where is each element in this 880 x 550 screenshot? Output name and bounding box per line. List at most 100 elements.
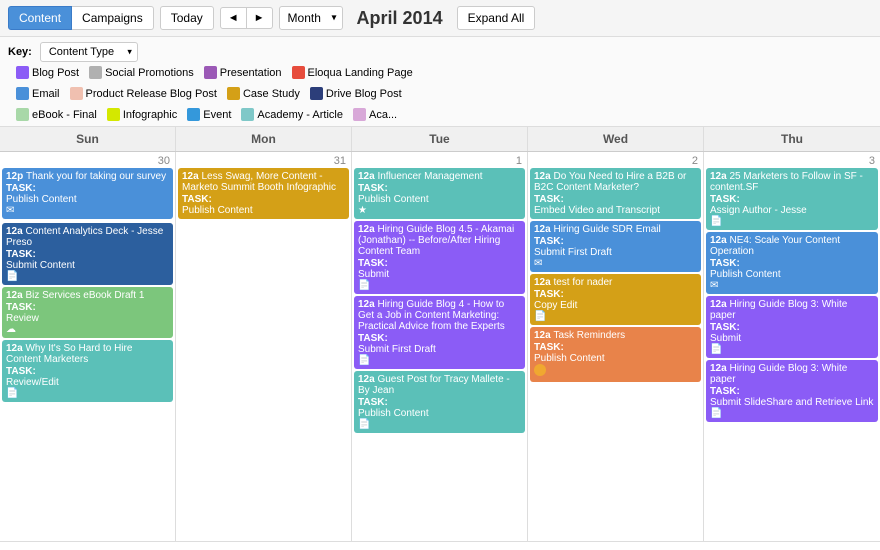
product-swatch bbox=[70, 87, 83, 100]
day-cell-tue: 1 12a Influencer Management TASK: Publis… bbox=[352, 152, 528, 542]
event-title: Why It's So Hard to Hire Content Markete… bbox=[6, 343, 132, 365]
event-time: 12a bbox=[358, 299, 377, 310]
task-label: TASK: bbox=[710, 322, 874, 333]
casestudy-label: Case Study bbox=[243, 88, 300, 100]
event-card[interactable]: 12a Do You Need to Hire a B2B or B2C Con… bbox=[530, 168, 701, 219]
task-val: Submit First Draft bbox=[358, 344, 521, 355]
event-card[interactable]: 12a Hiring Guide Blog 4.5 - Akamai (Jona… bbox=[354, 221, 525, 294]
event-swatch bbox=[187, 108, 200, 121]
event-title: 25 Marketers to Follow in SF - content.S… bbox=[710, 171, 863, 193]
aca2-label: Aca... bbox=[369, 109, 397, 121]
task-val: Review bbox=[6, 313, 169, 324]
task-val: Assign Author - Jesse bbox=[710, 205, 874, 216]
infographic-swatch bbox=[107, 108, 120, 121]
task-val: Submit Content bbox=[6, 260, 169, 271]
task-label: TASK: bbox=[6, 249, 169, 260]
task-label: TASK: bbox=[358, 183, 521, 194]
presentation-swatch bbox=[204, 66, 217, 79]
header-sun: Sun bbox=[0, 127, 176, 151]
event-card[interactable]: 12a 25 Marketers to Follow in SF - conte… bbox=[706, 168, 878, 230]
event-time: 12a bbox=[710, 363, 729, 374]
day-num-1: 1 bbox=[354, 154, 525, 168]
event-card[interactable]: 12p Thank you for taking our survey TASK… bbox=[2, 168, 173, 219]
ebook-swatch bbox=[16, 108, 29, 121]
event-title: NE4: Scale Your Content Operation bbox=[710, 235, 840, 257]
doc-icon: 📄 bbox=[6, 271, 169, 282]
event-card[interactable]: 12a Influencer Management TASK: Publish … bbox=[354, 168, 525, 219]
key-item-blog: Blog Post bbox=[16, 66, 79, 79]
header-wed: Wed bbox=[528, 127, 704, 151]
toolbar: Content Campaigns Today ◄ ► Month Week D… bbox=[0, 0, 880, 37]
day-cell-wed: 2 12a Do You Need to Hire a B2B or B2C C… bbox=[528, 152, 704, 542]
product-label: Product Release Blog Post bbox=[86, 88, 217, 100]
task-val: Publish Content bbox=[534, 353, 697, 364]
infographic-label: Infographic bbox=[123, 109, 177, 121]
key-bar: Key: Content Type Blog Post Social Promo… bbox=[0, 37, 880, 127]
prev-button[interactable]: ◄ bbox=[220, 7, 247, 29]
task-label: TASK: bbox=[534, 342, 697, 353]
ebook-label: eBook - Final bbox=[32, 109, 97, 121]
event-card[interactable]: 12a Biz Services eBook Draft 1 TASK: Rev… bbox=[2, 287, 173, 338]
event-title: test for nader bbox=[553, 277, 612, 288]
key-item-social: Social Promotions bbox=[89, 66, 194, 79]
event-card[interactable]: 12a test for nader TASK: Copy Edit 📄 bbox=[530, 274, 701, 325]
key-item-aca2: Aca... bbox=[353, 108, 397, 121]
task-label: TASK: bbox=[710, 386, 874, 397]
day-num-2: 2 bbox=[530, 154, 701, 168]
event-card[interactable]: 12a Task Reminders TASK: Publish Content bbox=[530, 327, 701, 382]
key-item-drive: Drive Blog Post bbox=[310, 87, 402, 100]
calendar: Sun Mon Tue Wed Thu 30 12p Thank you for… bbox=[0, 127, 880, 542]
event-time: 12a bbox=[534, 171, 553, 182]
task-val: Submit bbox=[358, 269, 521, 280]
day-cell-thu: 3 12a 25 Marketers to Follow in SF - con… bbox=[704, 152, 880, 542]
doc-icon: 📄 bbox=[358, 419, 521, 430]
event-time: 12a bbox=[358, 171, 377, 182]
event-card[interactable]: 12a Hiring Guide SDR Email TASK: Submit … bbox=[530, 221, 701, 272]
academy-swatch bbox=[241, 108, 254, 121]
doc-icon: 📄 bbox=[6, 388, 169, 399]
blog-label: Blog Post bbox=[32, 67, 79, 79]
email-label: Email bbox=[32, 88, 60, 100]
event-time: 12a bbox=[6, 226, 25, 237]
next-button[interactable]: ► bbox=[247, 7, 273, 29]
content-type-select-wrap: Content Type bbox=[40, 42, 138, 62]
day-cell-mon: 31 12a Less Swag, More Content - Marketo… bbox=[176, 152, 352, 542]
event-time: 12a bbox=[182, 171, 201, 182]
event-card[interactable]: 12a Guest Post for Tracy Mallete - By Je… bbox=[354, 371, 525, 433]
casestudy-swatch bbox=[227, 87, 240, 100]
event-card[interactable]: 12a Why It's So Hard to Hire Content Mar… bbox=[2, 340, 173, 402]
event-time: 12a bbox=[534, 224, 553, 235]
key-label: Key: bbox=[8, 46, 32, 58]
event-card[interactable]: 12a Content Analytics Deck - Jesse Preso… bbox=[2, 223, 173, 285]
event-card[interactable]: 12a Less Swag, More Content - Marketo Su… bbox=[178, 168, 349, 219]
eloqua-label: Eloqua Landing Page bbox=[308, 67, 413, 79]
day-num-31: 31 bbox=[178, 154, 349, 168]
circle-icon bbox=[534, 364, 546, 376]
key-item-ebook: eBook - Final bbox=[16, 108, 97, 121]
day-num-30: 30 bbox=[2, 154, 173, 168]
today-button[interactable]: Today bbox=[160, 6, 214, 30]
expand-all-button[interactable]: Expand All bbox=[457, 6, 536, 30]
task-val: Copy Edit bbox=[534, 300, 697, 311]
event-card[interactable]: 12a Hiring Guide Blog 3: White paper TAS… bbox=[706, 360, 878, 422]
event-title: Thank you for taking our survey bbox=[26, 171, 166, 182]
content-button[interactable]: Content bbox=[8, 6, 72, 30]
event-card[interactable]: 12a Hiring Guide Blog 4 - How to Get a J… bbox=[354, 296, 525, 369]
event-label: Event bbox=[203, 109, 231, 121]
blog-swatch bbox=[16, 66, 29, 79]
presentation-label: Presentation bbox=[220, 67, 282, 79]
academy-label: Academy - Article bbox=[257, 109, 343, 121]
event-card[interactable]: 12a NE4: Scale Your Content Operation TA… bbox=[706, 232, 878, 294]
doc-icon: 📄 bbox=[710, 344, 874, 355]
task-val: Submit First Draft bbox=[534, 247, 697, 258]
event-card[interactable]: 12a Hiring Guide Blog 3: White paper TAS… bbox=[706, 296, 878, 358]
content-type-select[interactable]: Content Type bbox=[40, 42, 138, 62]
campaigns-button[interactable]: Campaigns bbox=[72, 6, 154, 30]
month-select[interactable]: Month Week Day bbox=[279, 6, 343, 30]
doc-icon: 📄 bbox=[710, 408, 874, 419]
task-label: TASK: bbox=[182, 194, 345, 205]
cloud-icon: ☁ bbox=[6, 324, 169, 335]
doc-icon: 📄 bbox=[358, 280, 521, 291]
key-item-eloqua: Eloqua Landing Page bbox=[292, 66, 413, 79]
task-label: TASK: bbox=[6, 183, 169, 194]
